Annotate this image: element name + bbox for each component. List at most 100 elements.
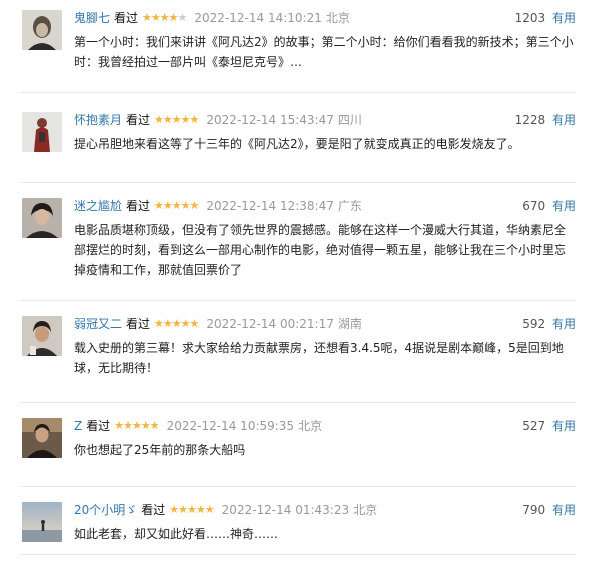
vote-count: 592 bbox=[522, 317, 546, 331]
useful-button[interactable]: 有用 bbox=[552, 11, 576, 25]
vote-count: 527 bbox=[522, 419, 546, 433]
review-location: 北京 bbox=[298, 419, 323, 433]
watch-status: 看过 bbox=[126, 113, 151, 127]
review-meta: 鬼腳七 看过 ★★★★★ 2022-12-14 14:10:21 北京 bbox=[74, 10, 350, 26]
author-link[interactable]: 迷之尴尬 bbox=[74, 198, 122, 214]
author-link[interactable]: 弱冠又二 bbox=[74, 316, 122, 332]
watch-status: 看过 bbox=[86, 419, 111, 433]
review-location: 北京 bbox=[325, 11, 350, 25]
vote-count: 670 bbox=[522, 199, 546, 213]
author-link[interactable]: 20个小明ゞ bbox=[74, 502, 137, 518]
review-meta: 20个小明ゞ 看过 ★★★★★ 2022-12-14 01:43:23 北京 bbox=[74, 502, 377, 518]
star-icon: ★ bbox=[162, 317, 173, 330]
star-icon: ★ bbox=[171, 113, 182, 126]
star-icon: ★ bbox=[204, 503, 215, 516]
star-icon: ★ bbox=[189, 113, 200, 126]
avatar[interactable] bbox=[22, 10, 62, 50]
review-time: 2022-12-14 01:43:23 bbox=[221, 503, 350, 517]
review-content: 你也想起了25年前的那条大船吗 bbox=[74, 443, 246, 457]
star-icon: ★ bbox=[162, 113, 173, 126]
avatar-photo-person bbox=[22, 418, 62, 458]
review-time: 2022-12-14 14:10:21 bbox=[194, 11, 322, 25]
avatar[interactable] bbox=[22, 112, 62, 152]
review-meta: Z 看过 ★★★★★ 2022-12-14 10:59:35 北京 bbox=[74, 418, 322, 434]
star-icon: ★ bbox=[154, 113, 164, 126]
star-icon: ★ bbox=[189, 317, 200, 330]
star-icon: ★ bbox=[187, 503, 197, 516]
star-icon: ★ bbox=[162, 199, 173, 212]
star-icon: ★ bbox=[171, 199, 182, 212]
star-icon: ★ bbox=[123, 419, 133, 432]
avatar[interactable] bbox=[22, 502, 62, 542]
review-content: 第一个小时：我们来讲讲《阿凡达2》的故事；第二个小时：给你们看看我的新技术；第三… bbox=[74, 35, 574, 69]
avatar-photo-person bbox=[22, 198, 62, 238]
review-location: 北京 bbox=[353, 503, 378, 517]
star-icon: ★ bbox=[180, 113, 191, 126]
useful-button[interactable]: 有用 bbox=[552, 419, 576, 433]
review-location: 广东 bbox=[337, 199, 362, 213]
useful-button[interactable]: 有用 bbox=[552, 317, 576, 331]
avatar[interactable] bbox=[22, 198, 62, 238]
rating-stars: ★★★★★ bbox=[154, 198, 200, 214]
star-icon: ★ bbox=[154, 317, 164, 330]
useful-button[interactable]: 有用 bbox=[552, 113, 576, 127]
useful-button[interactable]: 有用 bbox=[552, 503, 576, 517]
avatar-photo-person bbox=[22, 316, 62, 356]
vote-area: 1228 有用 bbox=[515, 112, 576, 128]
star-icon: ★ bbox=[150, 11, 161, 24]
author-link[interactable]: 怀抱素月 bbox=[74, 112, 122, 128]
review-meta: 迷之尴尬 看过 ★★★★★ 2022-12-14 12:38:47 广东 bbox=[74, 198, 362, 214]
review-content: 提心吊胆地来看这等了十三年的《阿凡达2》，要是阳了就变成真正的电影发烧友了。 bbox=[74, 137, 520, 151]
avatar[interactable] bbox=[22, 316, 62, 356]
vote-area: 1203 有用 bbox=[515, 10, 576, 26]
review-meta: 弱冠又二 看过 ★★★★★ 2022-12-14 00:21:17 湖南 bbox=[74, 316, 362, 332]
review-content: 电影品质堪称顶级，但没有了领先世界的震撼感。能够在这样一个漫威大行其道，华纳素尼… bbox=[74, 223, 567, 277]
review-content: 如此老套，却又如此好看……神奇…… bbox=[74, 527, 279, 541]
star-icon: ★ bbox=[159, 11, 170, 24]
review-content: 载入史册的第三幕！求大家给给力贡献票房，还想看3.4.5呢，4据说是剧本巅峰，5… bbox=[74, 341, 564, 375]
avatar-photo-portrait bbox=[22, 10, 62, 50]
star-icon: ★ bbox=[195, 503, 206, 516]
star-icon: ★ bbox=[177, 11, 188, 24]
watch-status: 看过 bbox=[141, 503, 166, 517]
watch-status: 看过 bbox=[126, 199, 151, 213]
star-icon: ★ bbox=[178, 503, 188, 516]
rating-stars: ★★★★★ bbox=[114, 418, 160, 434]
star-icon: ★ bbox=[171, 317, 182, 330]
author-link[interactable]: 鬼腳七 bbox=[74, 10, 110, 26]
star-icon: ★ bbox=[189, 199, 200, 212]
star-icon: ★ bbox=[132, 419, 142, 432]
star-icon: ★ bbox=[114, 419, 124, 432]
rating-stars: ★★★★★ bbox=[169, 502, 215, 518]
vote-count: 790 bbox=[522, 503, 546, 517]
avatar[interactable] bbox=[22, 418, 62, 458]
star-icon: ★ bbox=[169, 503, 179, 516]
vote-area: 527 有用 bbox=[522, 418, 576, 434]
vote-area: 670 有用 bbox=[522, 198, 576, 214]
review-time: 2022-12-14 10:59:35 bbox=[166, 419, 295, 433]
review-location: 湖南 bbox=[337, 317, 362, 331]
star-icon: ★ bbox=[180, 199, 191, 212]
star-icon: ★ bbox=[149, 419, 160, 432]
vote-area: 790 有用 bbox=[522, 502, 576, 518]
star-icon: ★ bbox=[140, 419, 151, 432]
review-time: 2022-12-14 00:21:17 bbox=[206, 317, 334, 331]
rating-stars: ★★★★★ bbox=[154, 112, 200, 128]
star-icon: ★ bbox=[154, 199, 164, 212]
useful-button[interactable]: 有用 bbox=[552, 199, 576, 213]
watch-status: 看过 bbox=[114, 11, 139, 25]
review-time: 2022-12-14 15:43:47 bbox=[206, 113, 334, 127]
review-time: 2022-12-14 12:38:47 bbox=[206, 199, 334, 213]
rating-stars: ★★★★★ bbox=[154, 316, 200, 332]
rating-stars: ★★★★★ bbox=[142, 10, 188, 26]
vote-count: 1203 bbox=[514, 11, 546, 25]
watch-status: 看过 bbox=[126, 317, 151, 331]
avatar-photo-figure bbox=[22, 112, 62, 152]
review-meta: 怀抱素月 看过 ★★★★★ 2022-12-14 15:43:47 四川 bbox=[74, 112, 362, 128]
star-icon: ★ bbox=[142, 11, 152, 24]
vote-area: 592 有用 bbox=[522, 316, 576, 332]
author-link[interactable]: Z bbox=[74, 418, 82, 434]
vote-count: 1228 bbox=[514, 113, 546, 127]
star-icon: ★ bbox=[168, 11, 179, 24]
review-location: 四川 bbox=[337, 113, 362, 127]
